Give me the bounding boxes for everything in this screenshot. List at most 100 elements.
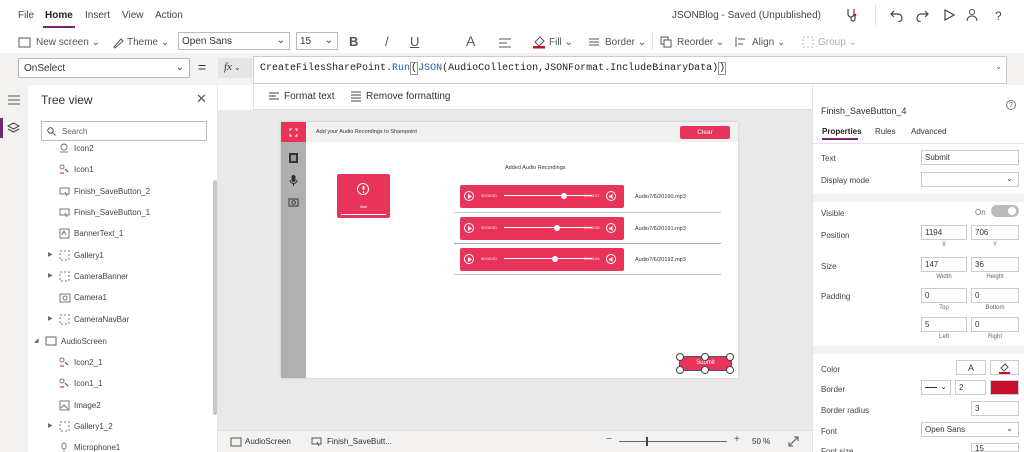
layers-icon[interactable] [7,122,20,135]
play-icon[interactable] [464,254,474,264]
tree-item-bannertext-1[interactable]: BannerText_1 [28,225,212,243]
padding-top-input[interactable]: 0 [921,288,967,303]
expand-chevron-icon[interactable]: ▶ [48,422,53,429]
border-width-input[interactable]: 2 [955,380,986,395]
zoom-in-button[interactable]: + [734,434,740,445]
control-tab[interactable]: Finish_SaveButt... [327,437,392,446]
tree-item-finish-savebutton-1[interactable]: Finish_SaveButton_1 [28,204,212,222]
tab-rules[interactable]: Rules [875,127,895,136]
chevron-down-icon[interactable]: ⌄ [995,62,1002,71]
tree-item-cameranavbar[interactable]: ▶ CameraNavBar [28,311,212,329]
font-select[interactable]: Open Sans ⌄ [178,32,290,50]
play-icon[interactable] [464,223,474,233]
fit-to-window-icon[interactable] [788,436,799,447]
microphone-control[interactable]: Start [337,174,390,218]
volume-icon[interactable] [606,254,616,264]
menu-file[interactable]: File [18,10,34,21]
stethoscope-icon[interactable] [845,8,859,22]
clear-button[interactable]: Clear [680,126,730,139]
tree-item-image2[interactable]: Image2 [28,397,212,415]
document-icon[interactable] [288,152,299,164]
format-text-button[interactable]: Format text [284,91,335,102]
fx-button[interactable]: fx ⌄ [218,58,252,78]
tree-item-microphone1[interactable]: Microphone1 [28,439,212,452]
tree-item-icon2[interactable]: Icon2 [28,143,212,158]
camera-icon[interactable] [288,197,299,207]
volume-icon[interactable] [606,191,616,201]
resize-handle[interactable] [726,353,734,361]
seek-thumb[interactable] [552,256,559,262]
text-color-picker[interactable]: A [956,360,986,375]
audio-player-row[interactable]: 00:00:00 00:00:05 [460,217,624,240]
microphone-icon[interactable] [288,174,299,187]
font-size-select[interactable]: 15 ⌄ [296,32,338,50]
zoom-slider-track[interactable] [619,441,727,442]
collapse-chevron-icon[interactable]: ◢ [34,337,39,344]
tree-item-gallery1[interactable]: ▶ Gallery1 [28,247,212,265]
expand-chevron-icon[interactable]: ▶ [48,315,53,322]
font-select[interactable]: Open Sans ⌄ [921,422,1019,437]
play-icon[interactable] [942,8,956,22]
zoom-out-button[interactable]: − [606,434,612,445]
italic-button[interactable]: / [385,34,389,49]
resize-handle[interactable] [701,366,709,374]
y-input[interactable]: 706 [971,225,1019,240]
menu-home[interactable]: Home [45,10,73,21]
formula-input[interactable]: CreateFilesSharePoint.Run(JSON(AudioColl… [253,56,1007,84]
property-select[interactable]: OnSelect ⌄ [18,58,190,78]
tree-item-icon1-1[interactable]: Icon1_1 [28,375,212,393]
resize-handle[interactable] [701,353,709,361]
reorder-button[interactable]: Reorder ⌄ [677,37,724,48]
expand-chevron-icon[interactable]: ▶ [48,272,53,279]
align-button[interactable]: Align ⌄ [752,37,785,48]
border-radius-input[interactable]: 3 [971,401,1019,416]
width-input[interactable]: 147 [921,257,967,272]
tab-properties[interactable]: Properties [822,127,862,136]
tree-item-icon2-1[interactable]: Icon2_1 [28,354,212,372]
expand-chevron-icon[interactable]: ▶ [48,251,53,258]
padding-right-input[interactable]: 0 [971,317,1019,332]
resize-handle[interactable] [676,366,684,374]
font-size-input[interactable]: 15 [971,443,1019,452]
text-align-icon[interactable] [498,37,512,49]
tree-item-finish-savebutton-2[interactable]: Finish_SaveButton_2 [28,183,212,201]
underline-button[interactable]: U [410,34,419,49]
play-icon[interactable] [464,191,474,201]
menu-action[interactable]: Action [155,10,183,21]
border-button[interactable]: Border ⌄ [605,37,646,48]
tree-item-camera1[interactable]: Camera1 [28,289,212,307]
height-input[interactable]: 36 [971,257,1019,272]
font-color-button[interactable]: A [466,33,475,49]
help-icon[interactable]: ? [992,8,1006,22]
fill-color-picker[interactable] [990,360,1019,375]
new-screen-button[interactable]: New screen ⌄ [36,37,100,48]
visible-toggle[interactable] [991,205,1019,217]
padding-left-input[interactable]: 5 [921,317,967,332]
group-button[interactable]: Group ⌄ [818,37,857,48]
close-icon[interactable]: ✕ [196,91,207,107]
redo-icon[interactable] [915,8,929,22]
screen-tab[interactable]: AudioScreen [245,437,291,446]
remove-formatting-button[interactable]: Remove formatting [366,91,450,102]
tree-item-gallery1-2[interactable]: ▶ Gallery1_2 [28,418,212,436]
zoom-slider-thumb[interactable] [646,437,648,446]
tab-advanced[interactable]: Advanced [911,127,947,136]
tree-item-camerabanner[interactable]: ▶ CameraBanner [28,268,212,286]
resize-handle[interactable] [726,366,734,374]
volume-icon[interactable] [606,223,616,233]
border-style-select[interactable]: ⌄ [921,380,951,395]
scrollbar[interactable] [213,180,217,415]
seek-thumb[interactable] [553,225,560,231]
seek-thumb[interactable] [560,193,567,199]
audio-player-row[interactable]: 00:00:00 00:00:04 [460,248,624,271]
search-input[interactable]: Search [41,121,207,141]
help-icon[interactable]: ? [1006,100,1016,110]
bold-button[interactable]: B [349,34,358,49]
display-mode-select[interactable]: ⌄ [921,172,1019,187]
menu-view[interactable]: View [122,10,144,21]
border-color-picker[interactable] [990,380,1019,395]
menu-insert[interactable]: Insert [85,10,110,21]
x-input[interactable]: 1194 [921,225,967,240]
resize-handle[interactable] [676,353,684,361]
text-input[interactable]: Submit [921,150,1019,165]
